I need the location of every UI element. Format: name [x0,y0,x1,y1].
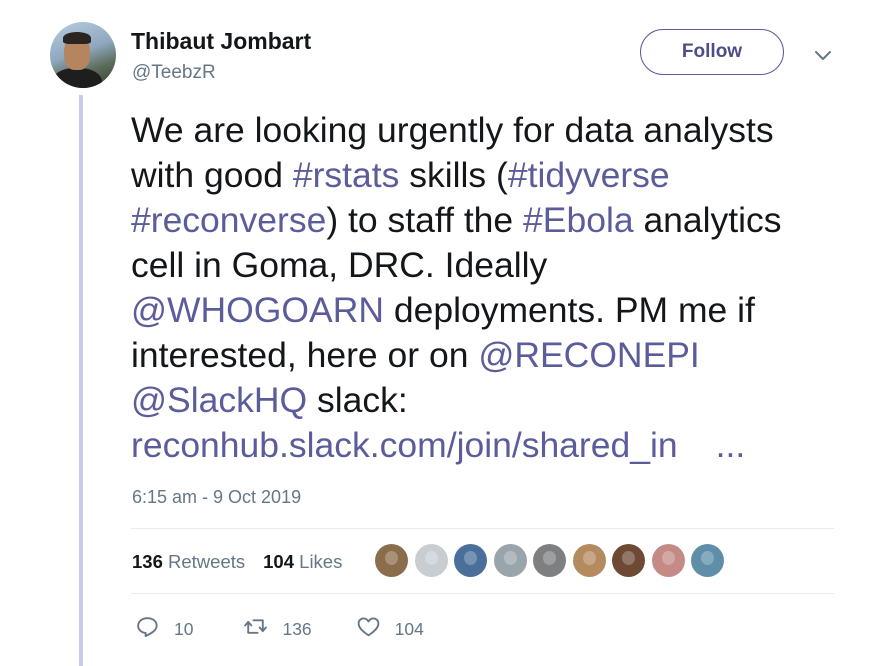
thread-line [79,95,83,666]
like-count: 104 [394,618,424,639]
retweet-count: 136 [282,618,312,639]
tweet-text-segment: ) to staff the [326,200,524,240]
author-name[interactable]: Thibaut Jombart [131,28,311,55]
tweet-line: #reconverse) to staff the #Ebola analyti… [131,198,851,243]
engagement-stats: 136 Retweets 104 Likes [132,548,360,576]
liker-avatar[interactable] [691,544,724,577]
tweet-text-segment: deployments. PM me if [383,290,755,330]
tweet-line: @SlackHQ slack: [131,378,851,423]
follow-button[interactable]: Follow [640,29,784,75]
hashtag-link[interactable]: #Ebola [523,200,634,240]
retweet-button[interactable]: 136 [243,614,312,644]
like-button[interactable]: 104 [356,614,424,644]
tweet-text-segment: with good [131,155,293,195]
hashtag-link[interactable]: #tidyverse [508,155,670,195]
author-handle[interactable]: @TeebzR [132,62,216,84]
tweet-text-segment: analytics [633,200,782,240]
tweet-text-segment: slack: [307,380,408,420]
mention-link[interactable]: @SlackHQ [131,380,307,420]
chevron-down-icon[interactable] [812,44,834,66]
liker-avatar[interactable] [651,544,685,577]
author-avatar[interactable] [50,22,116,88]
liker-avatar[interactable] [454,544,487,577]
liker-avatar[interactable] [572,544,606,577]
tweet-text-segment: cell in Goma, DRC. Ideally [131,245,548,285]
hashtag-link[interactable]: #reconverse [131,200,326,240]
liker-avatar[interactable] [414,544,448,577]
hashtag-link[interactable]: #rstats [293,155,400,195]
liker-avatars [375,544,731,577]
retweet-icon [243,614,268,644]
mention-link[interactable]: @RECONEPI [478,335,699,375]
tweet-text-segment: We are looking urgently for data analyst… [131,110,774,150]
tweet-text-segment: interested, here or on [131,335,479,375]
tweet-line: cell in Goma, DRC. Ideally [131,243,851,288]
tweet-url-link[interactable]: reconhub.slack.com/join/shared_in [131,425,678,465]
retweets-stat[interactable]: 136 Retweets [132,551,245,573]
tweet-text: We are looking urgently for data analyst… [131,108,851,468]
likes-stat[interactable]: 104 Likes [263,551,342,573]
reply-count: 10 [174,618,194,639]
tweet-text-segment: skills ( [399,155,508,195]
reply-icon [135,614,160,644]
retweets-count: 136 [132,551,163,572]
liker-avatar[interactable] [375,544,408,577]
tweet-line: We are looking urgently for data analyst… [131,108,851,153]
heart-icon [356,614,381,644]
tweet-line: @WHOGOARN deployments. PM me if [131,288,851,333]
tweet-line: interested, here or on @RECONEPI [131,333,851,378]
divider [131,528,834,529]
mention-link[interactable]: @WHOGOARN [131,290,384,330]
tweet-line: with good #rstats skills (#tidyverse [131,153,851,198]
tweet-timestamp[interactable]: 6:15 am - 9 Oct 2019 [132,487,301,508]
url-ellipsis[interactable]: ... [716,425,746,465]
divider [131,593,834,594]
likes-count: 104 [263,551,295,572]
retweets-label: Retweets [168,551,246,572]
likes-label: Likes [299,551,343,572]
liker-avatar[interactable] [533,544,566,577]
liker-avatar[interactable] [612,544,645,577]
reply-button[interactable]: 10 [135,614,193,644]
liker-avatar[interactable] [493,544,527,577]
tweet-actions: 10 136 104 [135,614,424,644]
